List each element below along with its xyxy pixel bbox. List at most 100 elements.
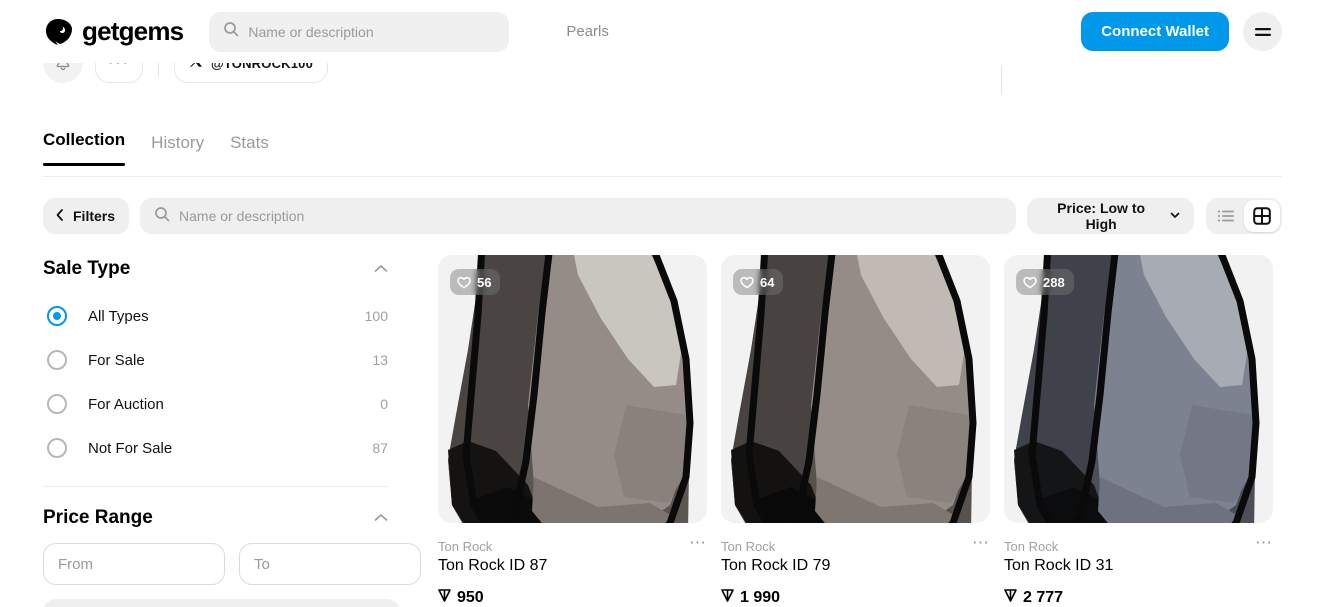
heart-icon xyxy=(740,276,754,289)
sale-type-count: 87 xyxy=(372,440,388,456)
sale-type-count: 13 xyxy=(372,352,388,368)
more-dots-icon[interactable]: ⋯ xyxy=(689,534,707,551)
sort-label: Price: Low to High xyxy=(1057,200,1146,232)
nft-price-amount: 2 777 xyxy=(1023,588,1064,606)
action-divider xyxy=(157,63,159,76)
filters-sidebar: Sale Type All Types 100 For Sale 13 For … xyxy=(43,258,421,607)
nft-card-meta: Ton Rock ⋯ Ton Rock ID 87 950 xyxy=(438,523,707,607)
nft-price-amount: 950 xyxy=(457,588,484,606)
collection-tabs: Collection History Stats xyxy=(43,130,269,166)
global-search-input[interactable]: Name or description xyxy=(209,11,510,52)
sale-type-title: Sale Type xyxy=(43,258,131,279)
nft-price: 950 xyxy=(438,588,707,607)
bell-icon[interactable] xyxy=(43,63,83,83)
sale-type-option-for-auction[interactable]: For Auction 0 xyxy=(43,382,400,426)
ton-diamond-icon xyxy=(438,588,451,607)
radio-not-for-sale[interactable] xyxy=(47,438,67,458)
nft-artwork[interactable]: 64 xyxy=(721,255,990,523)
sale-type-option-for-sale[interactable]: For Sale 13 xyxy=(43,338,400,382)
nft-item-name: Ton Rock ID 87 xyxy=(438,557,548,574)
like-badge[interactable]: 288 xyxy=(1016,269,1074,295)
radio-for-sale[interactable] xyxy=(47,350,67,370)
nft-item-name: Ton Rock ID 79 xyxy=(721,557,831,574)
nft-collection-name: Ton Rock xyxy=(721,539,776,554)
chevron-up-icon[interactable] xyxy=(374,260,388,278)
sale-type-option-all-types[interactable]: All Types 100 xyxy=(43,294,400,338)
top-navigation-bar: getgems Name or description Pearls Conne… xyxy=(0,0,1325,63)
like-badge[interactable]: 64 xyxy=(733,269,784,295)
brand-logo[interactable]: getgems xyxy=(43,16,184,47)
list-view-icon[interactable] xyxy=(1208,200,1244,232)
more-options-button[interactable]: ··· xyxy=(95,63,143,83)
nft-collection-name: Ton Rock xyxy=(1004,539,1059,554)
tabs-divider xyxy=(43,176,1282,177)
tab-history[interactable]: History xyxy=(151,133,204,166)
like-badge[interactable]: 56 xyxy=(450,269,501,295)
heart-icon xyxy=(457,276,471,289)
sale-type-count: 0 xyxy=(380,396,388,412)
social-handle-text: @TONROCK100 xyxy=(210,63,314,71)
sale-type-option-not-for-sale[interactable]: Not For Sale 87 xyxy=(43,426,400,470)
collection-search-input[interactable]: Name or description xyxy=(140,198,1017,234)
price-apply-button[interactable] xyxy=(43,599,400,607)
price-to-input[interactable] xyxy=(239,543,421,585)
filters-label: Filters xyxy=(73,208,116,224)
nft-price: 1 990 xyxy=(721,588,990,607)
chevron-left-icon xyxy=(54,208,66,225)
nft-card[interactable]: 56 Ton Rock ⋯ Ton Rock ID 87 950 xyxy=(438,255,707,607)
like-count: 64 xyxy=(760,274,775,290)
brand-name: getgems xyxy=(82,16,184,46)
nft-price: 2 777 xyxy=(1004,588,1273,607)
hamburger-menu-icon[interactable] xyxy=(1243,12,1282,51)
nav-link-pearls[interactable]: Pearls xyxy=(566,23,609,40)
price-range-inputs xyxy=(43,543,421,585)
nft-card[interactable]: 64 Ton Rock ⋯ Ton Rock ID 79 1 990 xyxy=(721,255,990,607)
social-handle-link[interactable]: @TONROCK100 xyxy=(173,63,329,83)
filter-toolbar: Filters Name or description Price: Low t… xyxy=(43,198,1282,234)
page-root: getgems Name or description Pearls Conne… xyxy=(0,0,1325,607)
global-search-placeholder: Name or description xyxy=(248,23,374,40)
nft-item-name: Ton Rock ID 31 xyxy=(1004,557,1114,574)
nft-collection-name: Ton Rock xyxy=(438,539,493,554)
sale-type-label: For Sale xyxy=(88,351,145,369)
grid-view-icon[interactable] xyxy=(1244,200,1280,232)
more-dots-icon[interactable]: ⋯ xyxy=(972,534,990,551)
nav-right-group: Connect Wallet xyxy=(1081,12,1282,51)
sale-type-label: Not For Sale xyxy=(88,439,173,457)
search-icon xyxy=(154,206,170,227)
like-count: 56 xyxy=(477,274,492,290)
filters-toggle-button[interactable]: Filters xyxy=(43,198,130,234)
profile-action-row: ··· @TONROCK100 xyxy=(0,63,1325,103)
collection-search-placeholder: Name or description xyxy=(179,208,305,224)
connect-wallet-button[interactable]: Connect Wallet xyxy=(1081,12,1229,51)
sale-type-label: All Types xyxy=(88,307,149,325)
view-mode-toggle xyxy=(1206,198,1282,234)
getgems-logo-icon xyxy=(43,17,73,47)
header-vertical-divider xyxy=(1001,65,1002,95)
radio-for-auction[interactable] xyxy=(47,394,67,414)
nft-grid: 56 Ton Rock ⋯ Ton Rock ID 87 950 64 Ton … xyxy=(438,255,1273,607)
nft-artwork[interactable]: 288 xyxy=(1004,255,1273,523)
like-count: 288 xyxy=(1043,274,1065,290)
more-dots-icon[interactable]: ⋯ xyxy=(1255,534,1273,551)
nft-card[interactable]: 288 Ton Rock ⋯ Ton Rock ID 31 2 777 xyxy=(1004,255,1273,607)
sort-dropdown-button[interactable]: Price: Low to High xyxy=(1027,198,1194,234)
chevron-down-icon xyxy=(1169,209,1181,224)
x-twitter-icon xyxy=(189,63,203,73)
tab-collection[interactable]: Collection xyxy=(43,130,125,166)
ton-diamond-icon xyxy=(1004,588,1017,607)
radio-all-types[interactable] xyxy=(47,306,67,326)
chevron-up-icon[interactable] xyxy=(374,509,388,527)
sale-type-count: 100 xyxy=(364,308,388,324)
search-icon xyxy=(223,21,239,42)
price-from-input[interactable] xyxy=(43,543,225,585)
ton-diamond-icon xyxy=(721,588,734,607)
heart-icon xyxy=(1023,276,1037,289)
sale-type-label: For Auction xyxy=(88,395,164,413)
price-range-header[interactable]: Price Range xyxy=(43,507,400,529)
tab-stats[interactable]: Stats xyxy=(230,133,269,166)
nft-card-meta: Ton Rock ⋯ Ton Rock ID 31 2 777 xyxy=(1004,523,1273,607)
price-range-title: Price Range xyxy=(43,507,153,528)
sale-type-header[interactable]: Sale Type xyxy=(43,258,400,280)
nft-artwork[interactable]: 56 xyxy=(438,255,707,523)
